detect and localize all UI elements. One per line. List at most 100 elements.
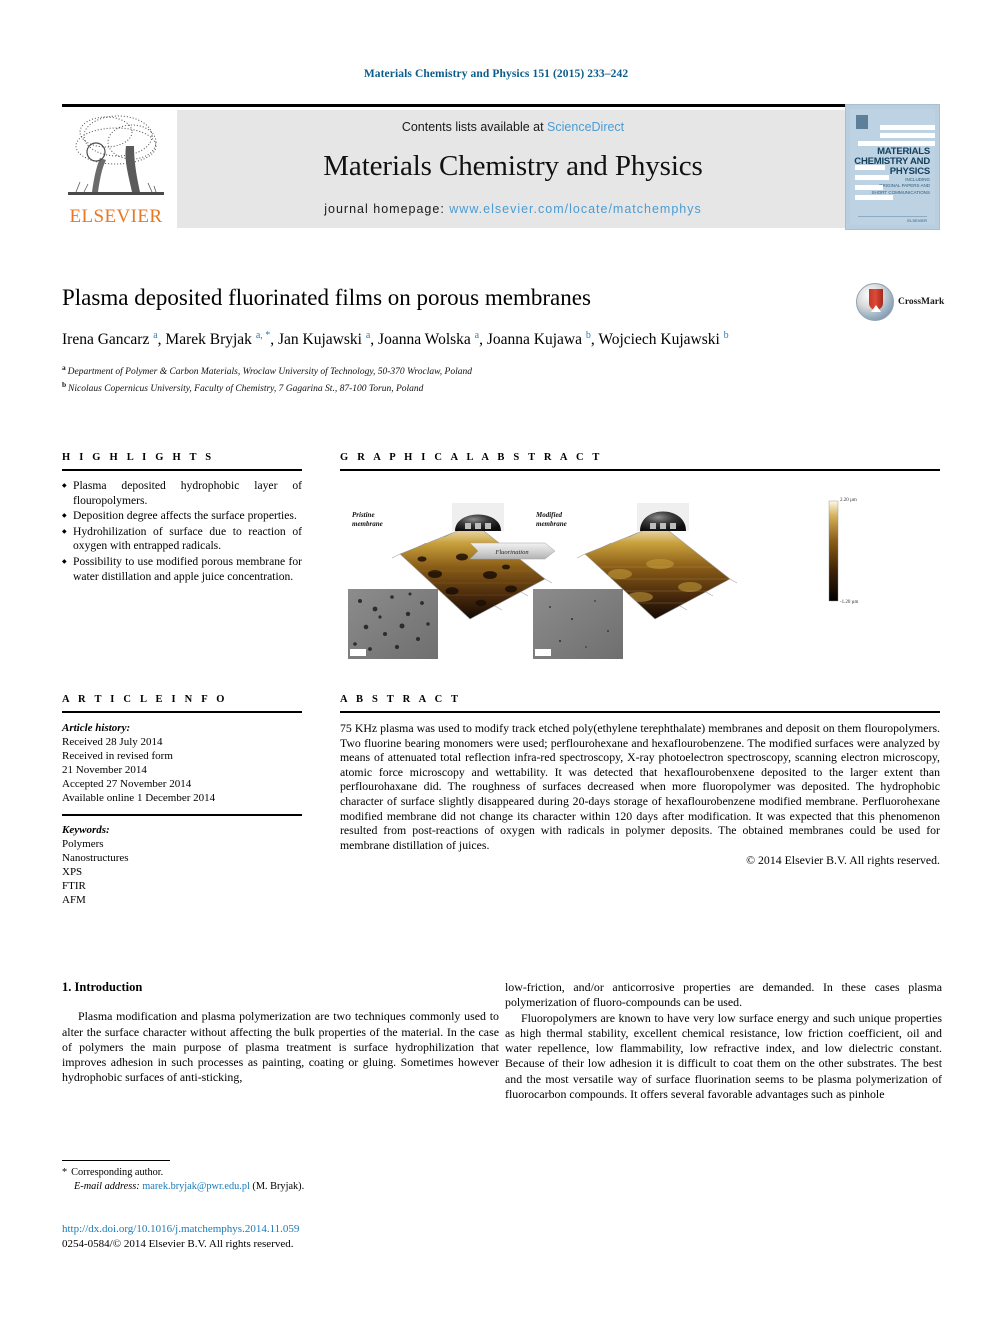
author-affiliation-mark: a, * (255, 330, 271, 341)
article-history-list: Received 28 July 2014 Received in revised… (62, 735, 302, 805)
keywords-rule (62, 814, 302, 816)
cover-elsevier-mark-icon (856, 115, 868, 129)
title-block: Plasma deposited fluorinated films on po… (62, 284, 852, 395)
keywords-list: Polymers Nanostructures XPS FTIR AFM (62, 837, 302, 907)
article-history-item: Received 28 July 2014 (62, 736, 163, 748)
svg-text:2.20 µm: 2.20 µm (840, 498, 857, 503)
email-label: E-mail address: (74, 1180, 140, 1192)
keyword-item: Polymers (62, 837, 104, 850)
highlights-rule (62, 469, 302, 471)
journal-title: Materials Chemistry and Physics (323, 150, 703, 182)
masthead-top-rule (62, 104, 940, 107)
highlight-item: Hydrohilization of surface due to reacti… (62, 525, 302, 554)
journal-masthead: ELSEVIER Contents lists available at Sci… (62, 104, 940, 230)
corresponding-marker: * (62, 1167, 68, 1178)
author-name: Marek Bryjak (165, 331, 256, 349)
crossmark-badge[interactable]: CrossMark (856, 283, 945, 323)
cover-title-line3: PHYSICS (889, 166, 931, 177)
footnote-rule (62, 1160, 170, 1162)
abstract-section: A B S T R A C T 75 KHz plasma was used t… (340, 694, 940, 868)
cover-sub-line2: ORIGINAL PAPERS AND (878, 183, 930, 188)
affiliation-item: a Department of Polymer & Carbon Materia… (62, 362, 852, 379)
cover-footer-label: ELSEVIER (907, 218, 927, 223)
keyword-item: FTIR (62, 879, 86, 892)
journal-homepage-line: journal homepage: www.elsevier.com/locat… (177, 202, 849, 216)
crossmark-label: CrossMark (898, 297, 945, 307)
corresponding-author-line: * Corresponding author. (62, 1166, 499, 1180)
svg-text:Modified: Modified (535, 511, 563, 519)
article-info-rule (62, 711, 302, 713)
contents-prefix: Contents lists available at (401, 120, 548, 134)
graphical-abstract-rule (340, 469, 940, 471)
abstract-rule (340, 711, 940, 713)
doi-block: http://dx.doi.org/10.1016/j.matchemphys.… (62, 1222, 499, 1251)
highlights-section: H I G H L I G H T S Plasma deposited hyd… (62, 452, 302, 585)
abstract-heading: A B S T R A C T (340, 694, 462, 705)
highlights-list: Plasma deposited hydrophobic layer of fl… (62, 479, 302, 584)
elsevier-tree-icon (66, 112, 166, 204)
email-link[interactable]: marek.bryjak@pwr.edu.pl (142, 1181, 250, 1192)
article-info-section: A R T I C L E I N F O Article history: R… (62, 694, 302, 907)
article-history-item: Accepted 27 November 2014 (62, 778, 192, 790)
affiliation-text: Nicolaus Copernicus University, Faculty … (68, 383, 424, 394)
contents-line: Contents lists available at ScienceDirec… (177, 120, 849, 134)
journal-cover-thumbnail: MATERIALS CHEMISTRY AND PHYSICS INCLUDIN… (845, 104, 940, 230)
crossmark-icon (856, 283, 894, 321)
author-name: Joanna Kujawa (486, 331, 586, 349)
highlight-item: Possibility to use modified porous membr… (62, 555, 302, 584)
intro-paragraph-left: Plasma modification and plasma polymeriz… (62, 1009, 499, 1085)
page-title: Plasma deposited fluorinated films on po… (62, 285, 591, 310)
contents-band: Contents lists available at ScienceDirec… (177, 110, 849, 228)
elsevier-logo: ELSEVIER (62, 110, 170, 230)
graphical-abstract-figure: Fluorination 2.20 µm -1.20 µm Pristine m… (340, 479, 940, 664)
article-history-title: Article history: (62, 722, 131, 734)
highlight-item: Plasma deposited hydrophobic layer of fl… (62, 479, 302, 508)
author-name: Joanna Wolska (378, 331, 475, 349)
author-separator: , (479, 331, 487, 349)
body-column-right: low-friction, and/or anticorrosive prope… (505, 980, 942, 1102)
abstract-copyright: © 2014 Elsevier B.V. All rights reserved… (746, 853, 940, 868)
affiliation-text: Department of Polymer & Carbon Materials… (67, 367, 472, 378)
graphical-abstract-heading: G R A P H I C A L A B S T R A C T (340, 452, 603, 463)
abstract-text: 75 KHz plasma was used to modify track e… (340, 721, 940, 852)
elsevier-wordmark: ELSEVIER (69, 206, 163, 227)
corresponding-author-text: Corresponding author. (71, 1167, 164, 1178)
journal-reference: Materials Chemistry and Physics 151 (201… (363, 68, 629, 80)
svg-text:-1.20 µm: -1.20 µm (840, 600, 859, 605)
homepage-label: journal homepage: (324, 202, 450, 216)
keywords-title: Keywords: (62, 823, 110, 836)
author-separator: , (370, 331, 379, 349)
author-name: Jan Kujawski (278, 331, 366, 349)
cover-foot-rule (858, 216, 927, 217)
footnote-block: * Corresponding author. E-mail address: m… (62, 1166, 499, 1193)
article-history-item: Available online 1 December 2014 (62, 792, 216, 804)
article-history-item: 21 November 2014 (62, 764, 147, 776)
author-name: Irena Gancarz (62, 331, 154, 349)
intro-paragraph-right-2: Fluoropolymers are known to have very lo… (505, 1010, 942, 1102)
affiliation-item: b Nicolaus Copernicus University, Facult… (62, 379, 852, 396)
email-suffix: (M. Bryjak). (252, 1180, 305, 1192)
highlight-item: Deposition degree affects the surface pr… (62, 509, 302, 524)
cover-sub-line1: INCLUDING (905, 177, 930, 182)
intro-paragraph-right-1: low-friction, and/or anticorrosive prope… (505, 980, 942, 1010)
article-info-heading: A R T I C L E I N F O (62, 694, 228, 705)
svg-text:membrane: membrane (536, 520, 567, 528)
keyword-item: XPS (62, 865, 83, 878)
author-name: Wojciech Kujawski (598, 331, 724, 349)
homepage-url-link[interactable]: www.elsevier.com/locate/matchemphys (449, 202, 701, 216)
email-line: E-mail address: marek.bryjak@pwr.edu.pl … (62, 1180, 499, 1194)
crossmark-arrow-icon (871, 305, 881, 312)
issn-line: 0254-0584/© 2014 Elsevier B.V. All right… (62, 1237, 294, 1250)
author-separator: , (270, 331, 279, 349)
article-history-item: Received in revised form (62, 750, 173, 762)
body-column-left: 1. Introduction Plasma modification and … (62, 980, 499, 1086)
highlights-heading: H I G H L I G H T S (62, 452, 215, 463)
sciencedirect-link[interactable]: ScienceDirect (547, 120, 624, 134)
keyword-item: AFM (62, 893, 86, 906)
section-title-introduction: 1. Introduction (62, 980, 143, 994)
svg-text:Fluorination: Fluorination (494, 549, 528, 556)
svg-text:membrane: membrane (352, 520, 383, 528)
paper-page: Materials Chemistry and Physics 151 (201… (0, 0, 992, 1323)
affiliation-list: a Department of Polymer & Carbon Materia… (62, 362, 852, 395)
doi-link[interactable]: http://dx.doi.org/10.1016/j.matchemphys.… (62, 1222, 499, 1237)
